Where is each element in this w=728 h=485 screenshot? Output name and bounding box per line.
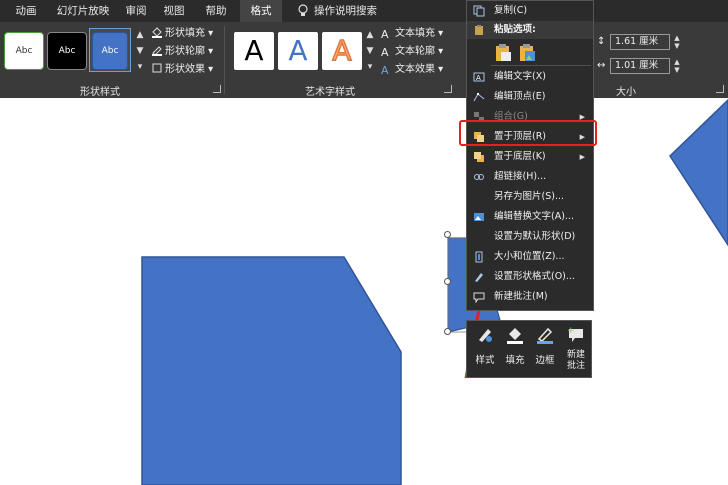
fill-bucket-icon (507, 328, 523, 344)
group-label-shape-styles: 形状样式 (80, 87, 120, 98)
menu-item-save-as-picture[interactable]: 另存为图片(S)... (467, 187, 593, 207)
shape-height-input[interactable]: 1.61 厘米 (610, 34, 670, 50)
submenu-arrow-icon: ▶ (579, 153, 585, 161)
link-icon (474, 174, 484, 180)
tab-view[interactable]: 视图 (158, 0, 190, 22)
menu-item-copy[interactable]: 复制(C) (467, 1, 593, 21)
group-label-wordart-styles: 艺术字样式 (305, 87, 355, 98)
tell-me-search[interactable]: 操作说明搜索 (314, 0, 384, 22)
menu-item-edit-text[interactable]: A 编辑文字(X) (467, 67, 593, 87)
paste-icon (475, 25, 483, 35)
ribbon-tab-bar: 动画 幻灯片放映 审阅 视图 帮助 格式 操作说明搜索 (0, 0, 728, 22)
context-menu: 复制(C) 粘贴选项: A 编辑文字(X) 编辑顶点(E) 组合(G) ▶ 置于顶… (466, 0, 594, 311)
gallery-more-icon[interactable]: ▾ (134, 60, 146, 74)
shape-style-thumb-3[interactable]: Abc (92, 32, 128, 70)
resize-handle[interactable] (444, 231, 451, 238)
comment-icon (473, 292, 485, 303)
text-fill-button[interactable]: A 文本填充 ▾ (381, 26, 443, 42)
menu-item-new-comment[interactable]: 新建批注(M) (467, 287, 593, 307)
menu-item-edit-alt-text[interactable]: 编辑替换文字(A)... (467, 207, 593, 227)
wordart-down-icon[interactable]: ▼ (364, 44, 376, 58)
mini-fill-button[interactable]: 填充 (501, 325, 529, 366)
paste-options-row (491, 41, 551, 65)
effects-icon (152, 63, 162, 73)
paste-options-header: 粘贴选项: (467, 21, 593, 39)
width-icon: ↔ (597, 60, 606, 71)
height-icon: ↕ (597, 36, 606, 47)
paste-keep-source-icon[interactable] (493, 43, 513, 63)
red-highlight-box (459, 120, 597, 146)
edit-text-icon: A (473, 72, 485, 82)
size-position-icon (475, 251, 483, 263)
edit-points-icon (473, 93, 485, 102)
menu-item-edit-points[interactable]: 编辑顶点(E) (467, 87, 593, 107)
menu-item-send-to-back[interactable]: 置于底层(K) ▶ (467, 147, 593, 167)
mini-new-comment-button[interactable]: + 新建批注 (563, 325, 589, 372)
shape-styles-launcher-icon[interactable] (213, 85, 221, 93)
menu-item-set-default-shape[interactable]: 设置为默认形状(D) (467, 227, 593, 247)
pen-icon (152, 46, 162, 56)
tab-format[interactable]: 格式 (240, 0, 282, 22)
shape-outline-button[interactable]: 形状轮廓 ▾ (151, 44, 213, 60)
tab-animations[interactable]: 动画 (6, 0, 46, 22)
mini-toolbar: 样式 填充 边框 + 新建批注 (466, 320, 592, 378)
shape-fill-button[interactable]: 形状填充 ▾ (151, 26, 213, 42)
slide-canvas[interactable] (0, 98, 728, 485)
menu-item-size-position[interactable]: 大小和位置(Z)... (467, 247, 593, 267)
resize-handle[interactable] (444, 278, 451, 285)
menu-item-format-shape[interactable]: 设置形状格式(O)... (467, 267, 593, 287)
gallery-down-icon[interactable]: ▼ (134, 44, 146, 58)
tab-slideshow[interactable]: 幻灯片放映 (52, 0, 114, 22)
svg-text:A: A (476, 74, 481, 82)
octagon-shape-large (141, 256, 402, 485)
tab-help[interactable]: 帮助 (196, 0, 236, 22)
wordart-thumb-1[interactable]: A (234, 32, 274, 70)
menu-separator (491, 65, 591, 66)
text-fill-icon: A (381, 28, 389, 41)
paste-picture-icon[interactable] (517, 43, 537, 63)
tab-review[interactable]: 审阅 (120, 0, 152, 22)
style-brush-icon (479, 329, 492, 342)
shape-style-thumb-1[interactable]: Abc (4, 32, 44, 70)
size-launcher-icon[interactable] (716, 85, 724, 93)
ribbon-format: Abc Abc Abc ▲ ▼ ▾ 形状填充 ▾ 形状轮廓 ▾ 形状效果 ▾ 形… (0, 22, 728, 98)
mini-outline-button[interactable]: 边框 (531, 325, 559, 366)
alt-text-icon (474, 213, 484, 221)
text-effects-button[interactable]: A 文本效果 ▾ (381, 62, 443, 78)
menu-item-hyperlink[interactable]: 超链接(H)... (467, 167, 593, 187)
resize-handle[interactable] (444, 328, 451, 335)
wordart-more-icon[interactable]: ▾ (364, 60, 376, 74)
format-shape-icon (475, 273, 483, 282)
shape-style-thumb-2[interactable]: Abc (47, 32, 87, 70)
shape-effects-button[interactable]: 形状效果 ▾ (151, 62, 213, 78)
ribbon-separator (224, 26, 225, 94)
group-label-size: 大小 (616, 87, 636, 98)
wordart-thumb-3[interactable]: A (322, 32, 362, 70)
paint-bucket-icon (152, 27, 162, 38)
lightbulb-icon (296, 0, 310, 22)
text-outline-button[interactable]: A 文本轮廓 ▾ (381, 44, 443, 60)
new-comment-icon: + (567, 326, 583, 342)
text-outline-icon: A (381, 46, 389, 59)
wordart-up-icon[interactable]: ▲ (364, 28, 376, 42)
outline-pen-icon (537, 327, 553, 344)
height-spinner-icon[interactable]: ▲ ▼ (672, 34, 682, 50)
shape-width-input[interactable]: 1.01 厘米 (610, 58, 670, 74)
wordart-launcher-icon[interactable] (444, 85, 452, 93)
svg-text:+: + (567, 326, 575, 336)
width-spinner-icon[interactable]: ▲ ▼ (672, 58, 682, 74)
text-effects-icon: A (381, 64, 389, 77)
send-to-back-icon (474, 152, 484, 162)
copy-icon (473, 5, 485, 17)
gallery-up-icon[interactable]: ▲ (134, 28, 146, 42)
wordart-thumb-2[interactable]: A (278, 32, 318, 70)
shape-right-edge (669, 98, 728, 247)
slide-shapes (141, 98, 728, 485)
mini-style-button[interactable]: 样式 (471, 325, 499, 366)
